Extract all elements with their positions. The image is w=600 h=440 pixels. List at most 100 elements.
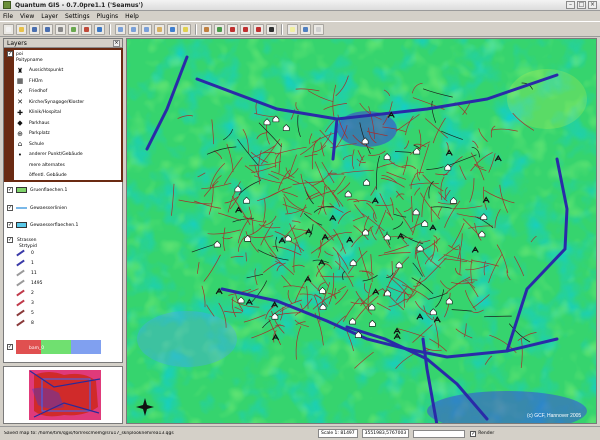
menu-layer[interactable]: Layer bbox=[41, 13, 58, 20]
street-line-swatch bbox=[16, 299, 25, 307]
zoom-in-button[interactable] bbox=[115, 23, 126, 35]
street-class-item: 1495 bbox=[16, 278, 42, 288]
overview-map[interactable] bbox=[3, 366, 123, 424]
menu-help[interactable]: Help bbox=[125, 13, 139, 20]
street-class-label: 2 bbox=[31, 290, 34, 296]
map-tips-icon bbox=[290, 26, 295, 32]
street-line-swatch bbox=[16, 319, 25, 327]
window-title: Quantum GIS - 0.7.0pre1.1 ('Seamus') bbox=[15, 1, 144, 9]
refresh-button[interactable] bbox=[214, 23, 225, 35]
zoom-out-button[interactable] bbox=[128, 23, 139, 35]
poi-legend-label: Schule bbox=[29, 141, 45, 147]
status-bar: Saved map to: /home/tim/qgis/forlrescmem… bbox=[0, 426, 600, 440]
save-as-button[interactable] bbox=[42, 23, 53, 35]
layer-checkbox[interactable]: ✓ bbox=[7, 237, 13, 243]
capture-polygon-button[interactable] bbox=[253, 23, 264, 35]
capture-polygon-icon bbox=[256, 26, 261, 32]
identify-button[interactable] bbox=[167, 23, 178, 35]
new-project-button[interactable] bbox=[3, 23, 14, 35]
maximize-button[interactable]: □ bbox=[577, 1, 586, 9]
poi-layer-checkbox[interactable]: ✓ bbox=[7, 51, 13, 57]
zoom-full-icon bbox=[144, 26, 149, 32]
minimize-button[interactable]: – bbox=[566, 1, 575, 9]
poi-legend-item: ◆ Parkhaus bbox=[16, 119, 49, 128]
street-class-item: 8 bbox=[16, 318, 34, 328]
save-as-icon bbox=[45, 26, 50, 32]
menu-plugins[interactable]: Plugins bbox=[97, 13, 119, 20]
layer-raster[interactable]: ✓ bam_0 bbox=[7, 340, 101, 354]
layer-label: bam_0 bbox=[29, 346, 45, 351]
print-button[interactable] bbox=[55, 23, 66, 35]
layer-label: Gewaesserflaechen.1 bbox=[30, 222, 79, 228]
layer-gewaesserflaechen[interactable]: ✓ Gewaesserflaechen.1 bbox=[7, 219, 78, 231]
save-button[interactable] bbox=[29, 23, 40, 35]
poi-legend-item: ⊕ Parkplatz bbox=[16, 129, 50, 138]
open-project-icon bbox=[19, 26, 24, 32]
render-toggle[interactable]: ✓ Render bbox=[470, 430, 494, 437]
render-checkbox[interactable]: ✓ bbox=[470, 430, 477, 437]
layer-checkbox[interactable]: ✓ bbox=[7, 344, 13, 350]
street-class-label: 5 bbox=[31, 310, 34, 316]
capture-point-icon bbox=[230, 26, 235, 32]
close-button[interactable]: × bbox=[588, 1, 597, 9]
refresh-icon bbox=[217, 26, 222, 32]
street-class-label: 11 bbox=[31, 270, 37, 276]
menu-settings[interactable]: Settings bbox=[65, 13, 90, 20]
layer-checkbox[interactable]: ✓ bbox=[7, 222, 13, 228]
overview-map-graphic bbox=[4, 367, 122, 423]
poi-legend-label: öffentl. Gebäude bbox=[29, 173, 67, 178]
delete-button[interactable] bbox=[266, 23, 277, 35]
layer-swatch bbox=[16, 222, 27, 228]
print-icon bbox=[58, 26, 63, 32]
layers-panel-title: Layers bbox=[4, 39, 122, 48]
add-raster-button[interactable] bbox=[68, 23, 79, 35]
poi-legend-item: ⌂ Schule bbox=[16, 140, 44, 149]
layer-gewaesserlinien[interactable]: ✓ Gewaesserlinien bbox=[7, 202, 67, 214]
zoom-out-icon bbox=[131, 26, 136, 32]
add-postgis-button[interactable] bbox=[94, 23, 105, 35]
select-button[interactable] bbox=[180, 23, 191, 35]
menu-file[interactable]: File bbox=[3, 13, 13, 20]
open-project-button[interactable] bbox=[16, 23, 27, 35]
poi-field-name: Poitypname bbox=[16, 58, 43, 63]
poi-legend-label: FHÜm bbox=[29, 78, 43, 84]
measure-button[interactable] bbox=[201, 23, 212, 35]
street-class-item: 1 bbox=[16, 258, 34, 268]
map-tips-button[interactable] bbox=[287, 23, 298, 35]
add-vector-button[interactable] bbox=[81, 23, 92, 35]
panel-close-icon[interactable]: × bbox=[113, 40, 120, 47]
street-class-item: 2 bbox=[16, 288, 34, 298]
layer-label: Gruenflaechen.1 bbox=[30, 187, 68, 193]
toolbar-separator bbox=[109, 23, 111, 35]
select-icon bbox=[183, 26, 188, 32]
map-copyright: (c) GCF, Hannover 2005 bbox=[527, 413, 581, 419]
capture-line-button[interactable] bbox=[240, 23, 251, 35]
poi-legend-label: Kirche/Synagoge/Kloster bbox=[29, 99, 85, 105]
cemetery-cross-icon: ✕ bbox=[17, 87, 23, 96]
delete-icon bbox=[269, 26, 274, 32]
bookmark-button[interactable] bbox=[300, 23, 311, 35]
menu-view[interactable]: View bbox=[20, 13, 34, 20]
layer-checkbox[interactable]: ✓ bbox=[7, 187, 13, 193]
layer-swatch bbox=[16, 187, 27, 193]
help-button[interactable] bbox=[313, 23, 324, 35]
street-line-swatch bbox=[16, 279, 25, 287]
poi-layer-group[interactable]: ✓ poi Poitypname ♜ Aussichtspunkt ▦ FHÜm ✕ Fr… bbox=[4, 48, 123, 182]
map-canvas[interactable]: (c) GCF, Hannover 2005 bbox=[126, 38, 597, 424]
app-icon bbox=[3, 1, 11, 9]
poi-legend-item: öffentl. Gebäude bbox=[16, 171, 67, 180]
window-controls: – □ × bbox=[566, 1, 597, 9]
layer-gruenflaechen[interactable]: ✓ Gruenflaechen.1 bbox=[7, 184, 67, 196]
church-icon: ✕ bbox=[17, 98, 23, 106]
blank-icon bbox=[16, 161, 24, 169]
main-toolbar bbox=[0, 21, 600, 37]
street-class-label: 3 bbox=[31, 300, 34, 306]
status-message: Saved map to: /home/tim/qgis/forlrescmem… bbox=[4, 431, 174, 436]
layer-checkbox[interactable]: ✓ bbox=[7, 205, 13, 211]
pan-button[interactable] bbox=[154, 23, 165, 35]
poi-legend-item: ✕ Friedhof bbox=[16, 87, 47, 96]
scale-field[interactable]: Scale 1: 81497 bbox=[318, 429, 358, 438]
poi-legend-label: Friedhof bbox=[29, 89, 48, 94]
capture-point-button[interactable] bbox=[227, 23, 238, 35]
zoom-full-button[interactable] bbox=[141, 23, 152, 35]
